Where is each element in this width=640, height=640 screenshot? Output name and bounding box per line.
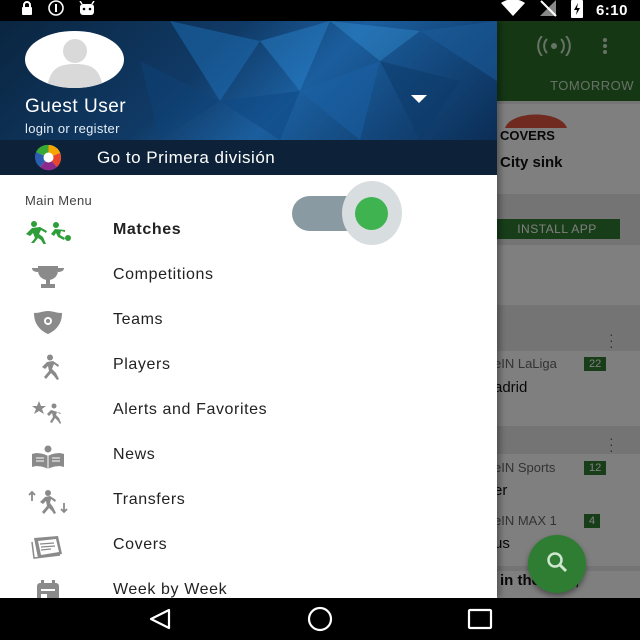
back-icon[interactable] <box>140 604 180 634</box>
menu-item-competitions[interactable]: Competitions <box>0 254 497 299</box>
menu-label-covers: Covers <box>113 536 168 553</box>
menu-item-players[interactable]: Players <box>0 344 497 389</box>
menu-label-matches: Matches <box>113 221 182 238</box>
menu-item-alerts-favorites[interactable]: Alerts and Favorites <box>0 389 497 434</box>
clock: 6:10 <box>595 2 628 19</box>
phone-screen: 6:10 TOMORROW COVERS City sink INSTALL A… <box>0 0 640 640</box>
login-register-link[interactable]: login or register <box>25 121 120 136</box>
drawer-header: Guest User login or register <box>0 21 497 140</box>
menu-label-players: Players <box>113 356 171 373</box>
menu-item-covers[interactable]: Covers <box>0 524 497 569</box>
menu-label-news: News <box>113 446 156 463</box>
caret-down-icon[interactable] <box>410 91 430 105</box>
menu-item-transfers[interactable]: Transfers <box>0 479 497 524</box>
lock-icon <box>20 1 34 20</box>
matches-toggle-switch[interactable] <box>292 181 402 245</box>
toggle-thumb <box>355 197 388 230</box>
menu-label-week-by-week: Week by Week <box>113 581 228 598</box>
covers-icon <box>24 532 72 562</box>
players-running-icon <box>24 217 72 247</box>
menu-item-news[interactable]: News <box>0 434 497 479</box>
trophy-icon <box>24 262 72 292</box>
info-icon <box>48 0 64 21</box>
star-alert-icon <box>24 397 72 427</box>
go-to-league-row[interactable]: Go to Primera división <box>0 140 497 175</box>
main-menu-heading: Main Menu <box>25 193 93 208</box>
menu-label-competitions: Competitions <box>113 266 214 283</box>
wifi-icon <box>500 0 526 22</box>
search-icon <box>546 551 568 578</box>
recents-icon[interactable] <box>460 604 500 634</box>
avatar[interactable] <box>25 31 124 88</box>
menu-label-transfers: Transfers <box>113 491 186 508</box>
user-name[interactable]: Guest User <box>25 96 126 118</box>
system-nav-bar <box>0 598 640 640</box>
go-to-league-label: Go to Primera división <box>97 148 276 167</box>
shield-icon <box>24 307 72 337</box>
menu-item-matches[interactable]: Matches <box>0 209 497 254</box>
transfers-icon <box>24 487 72 517</box>
home-icon[interactable] <box>300 604 340 634</box>
menu-label-teams: Teams <box>113 311 164 328</box>
search-fab[interactable] <box>528 535 586 593</box>
menu-item-week-by-week[interactable]: Week by Week <box>0 569 497 598</box>
battery-charging-icon <box>570 0 584 23</box>
no-signal-icon <box>538 0 558 22</box>
player-icon <box>24 352 72 382</box>
menu-label-alerts-favorites: Alerts and Favorites <box>113 401 268 418</box>
laliga-logo-icon <box>29 144 68 171</box>
android-icon <box>78 0 96 20</box>
calendar-icon <box>24 577 72 598</box>
navigation-drawer: Guest User login or register Go to Prime… <box>0 21 497 598</box>
newspaper-icon <box>24 442 72 472</box>
menu-item-teams[interactable]: Teams <box>0 299 497 344</box>
status-bar: 6:10 <box>0 0 640 21</box>
